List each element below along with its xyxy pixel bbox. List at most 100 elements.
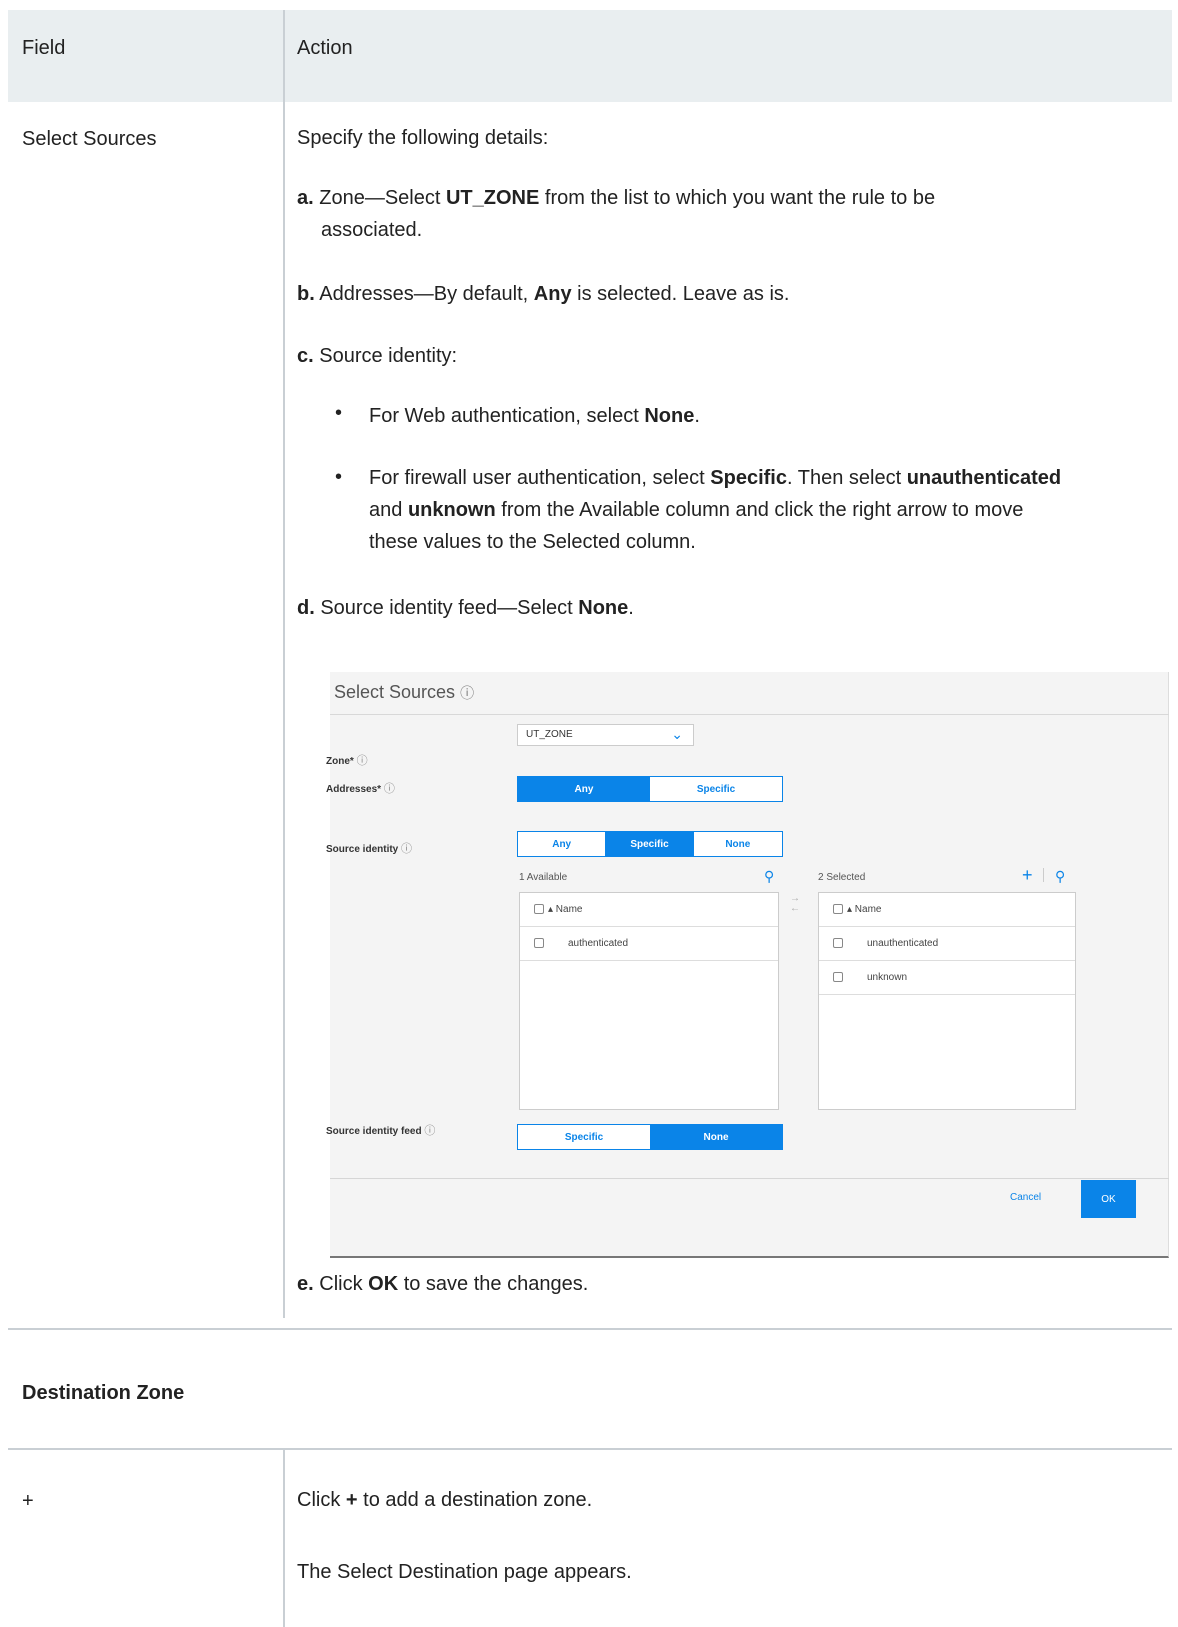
step-d-pre: Source identity feed—Select xyxy=(320,597,579,619)
column-divider xyxy=(283,10,285,1318)
row2-line1: Click + to add a destination zone. xyxy=(297,1484,592,1516)
available-count: 1 Available xyxy=(519,872,568,883)
source-identity-option-specific[interactable]: Specific xyxy=(605,832,694,856)
available-header-row: ▴ Name xyxy=(520,893,778,927)
bullet2-mid: . Then select xyxy=(786,467,907,489)
bullet-dot: • xyxy=(335,466,343,488)
row-separator xyxy=(8,1448,1172,1450)
bullet-firewall-auth: For firewall user authentication, select… xyxy=(369,462,1169,494)
help-icon[interactable]: ⓘ xyxy=(401,843,412,855)
add-icon[interactable]: + xyxy=(1022,865,1033,886)
row2-line2: The Select Destination page appears. xyxy=(297,1561,632,1583)
step-e-post: to save the changes. xyxy=(398,1273,589,1295)
help-icon[interactable]: ⓘ xyxy=(460,685,474,701)
step-a-bold: UT_ZONE xyxy=(445,187,540,209)
list-item[interactable]: unauthenticated xyxy=(819,927,1075,961)
feed-option-none[interactable]: None xyxy=(650,1125,782,1149)
source-identity-feed-toggle: Specific None xyxy=(517,1124,783,1150)
source-identity-label: Source identity ⓘ xyxy=(326,840,412,856)
row-separator xyxy=(8,1328,1172,1330)
step-a-line2: associated. xyxy=(321,219,423,241)
step-a: a. Zone—Select UT_ZONE from the list to … xyxy=(297,182,1167,214)
step-e-pre: Click xyxy=(319,1273,369,1295)
bullet-firewall-auth-line3: these values to the Selected column. xyxy=(369,531,696,553)
source-identity-feed-label: Source identity feed ⓘ xyxy=(326,1122,435,1138)
step-c: c. Source identity: xyxy=(297,340,457,372)
arrow-left-icon[interactable]: ← xyxy=(790,904,800,914)
search-icon[interactable]: ⚲ xyxy=(1055,868,1065,885)
name-column-header[interactable]: ▴ Name xyxy=(548,904,582,915)
addresses-label-text: Addresses* xyxy=(326,784,382,795)
row-checkbox[interactable] xyxy=(833,938,843,948)
selected-listbox: ▴ Name unauthenticated unknown xyxy=(818,892,1076,1110)
bullet-firewall-auth-line2: and unknown from the Available column an… xyxy=(369,494,1169,526)
table-header-row xyxy=(8,10,1172,102)
zone-select-value: UT_ZONE xyxy=(526,729,573,740)
selected-count: 2 Selected xyxy=(818,872,866,883)
source-identity-label-text: Source identity xyxy=(326,844,399,855)
dialog-title-separator xyxy=(330,714,1169,715)
cancel-button[interactable]: Cancel xyxy=(1010,1192,1041,1203)
step-e: e. Click OK to save the changes. xyxy=(297,1268,588,1300)
step-d: d. Source identity feed—Select None. xyxy=(297,592,634,624)
source-identity-option-none[interactable]: None xyxy=(694,832,782,856)
list-item[interactable]: unknown xyxy=(819,961,1075,995)
header-action: Action xyxy=(297,37,353,59)
transfer-arrows: → ← xyxy=(790,894,800,914)
column-divider xyxy=(283,1450,285,1627)
step-b-pre: Addresses—By default, xyxy=(319,283,534,305)
bullet1-post: . xyxy=(694,405,700,427)
addresses-label: Addresses* ⓘ xyxy=(326,780,395,796)
selected-header-row: ▴ Name xyxy=(819,893,1075,927)
step-a-letter: a. xyxy=(297,187,314,209)
help-icon[interactable]: ⓘ xyxy=(384,783,395,795)
step-d-letter: d. xyxy=(297,597,315,619)
row-checkbox[interactable] xyxy=(833,972,843,982)
step-b: b. Addresses—By default, Any is selected… xyxy=(297,278,789,310)
bullet2-bold2: unauthenticated xyxy=(906,467,1062,489)
zone-select[interactable]: UT_ZONE ⌄ xyxy=(517,724,694,746)
bullet-dot: • xyxy=(335,402,343,424)
bullet2-and: and xyxy=(369,499,408,521)
toolbar-divider xyxy=(1043,868,1044,882)
row2-line1-pre: Click xyxy=(297,1489,346,1511)
row2-line1-bold: + xyxy=(345,1489,358,1511)
help-icon[interactable]: ⓘ xyxy=(424,1125,435,1137)
row-checkbox[interactable] xyxy=(534,938,544,948)
step-d-post: . xyxy=(628,597,634,619)
header-field: Field xyxy=(22,37,66,59)
available-listbox: ▴ Name authenticated xyxy=(519,892,779,1110)
ok-button[interactable]: OK xyxy=(1081,1180,1136,1218)
select-all-checkbox[interactable] xyxy=(534,904,544,914)
list-item[interactable]: authenticated xyxy=(520,927,778,961)
addresses-toggle: Any Specific xyxy=(517,776,783,802)
bullet1-bold: None xyxy=(644,405,695,427)
select-all-checkbox[interactable] xyxy=(833,904,843,914)
step-e-letter: e. xyxy=(297,1273,314,1295)
intro-text: Specify the following details: xyxy=(297,127,549,149)
dialog-title-text: Select Sources xyxy=(334,682,456,702)
bullet1-pre: For Web authentication, select xyxy=(369,405,645,427)
search-icon[interactable]: ⚲ xyxy=(764,868,774,885)
row2-line1-post: to add a destination zone. xyxy=(357,1489,593,1511)
source-identity-option-any[interactable]: Any xyxy=(518,832,605,856)
step-d-bold: None xyxy=(578,597,629,619)
dialog-footer-separator xyxy=(330,1178,1169,1179)
dialog-title: Select Sources ⓘ xyxy=(334,682,474,703)
help-icon[interactable]: ⓘ xyxy=(357,755,368,767)
field-add: + xyxy=(22,1490,34,1512)
bullet2-line2-post: from the Available column and click the … xyxy=(495,499,1024,521)
step-b-bold: Any xyxy=(533,283,572,305)
section-destination-zone: Destination Zone xyxy=(22,1382,185,1404)
step-a-post: from the list to which you want the rule… xyxy=(539,187,936,209)
bullet2-bold1: Specific xyxy=(710,467,787,489)
addresses-option-specific[interactable]: Specific xyxy=(650,777,782,801)
step-e-bold: OK xyxy=(368,1273,399,1295)
step-b-post: is selected. Leave as is. xyxy=(571,283,790,305)
feed-option-specific[interactable]: Specific xyxy=(518,1125,650,1149)
addresses-option-any[interactable]: Any xyxy=(518,777,650,801)
list-item-text: unauthenticated xyxy=(867,938,939,949)
step-c-letter: c. xyxy=(297,345,314,367)
zone-label-text: Zone* xyxy=(326,756,354,767)
name-column-header[interactable]: ▴ Name xyxy=(847,904,881,915)
